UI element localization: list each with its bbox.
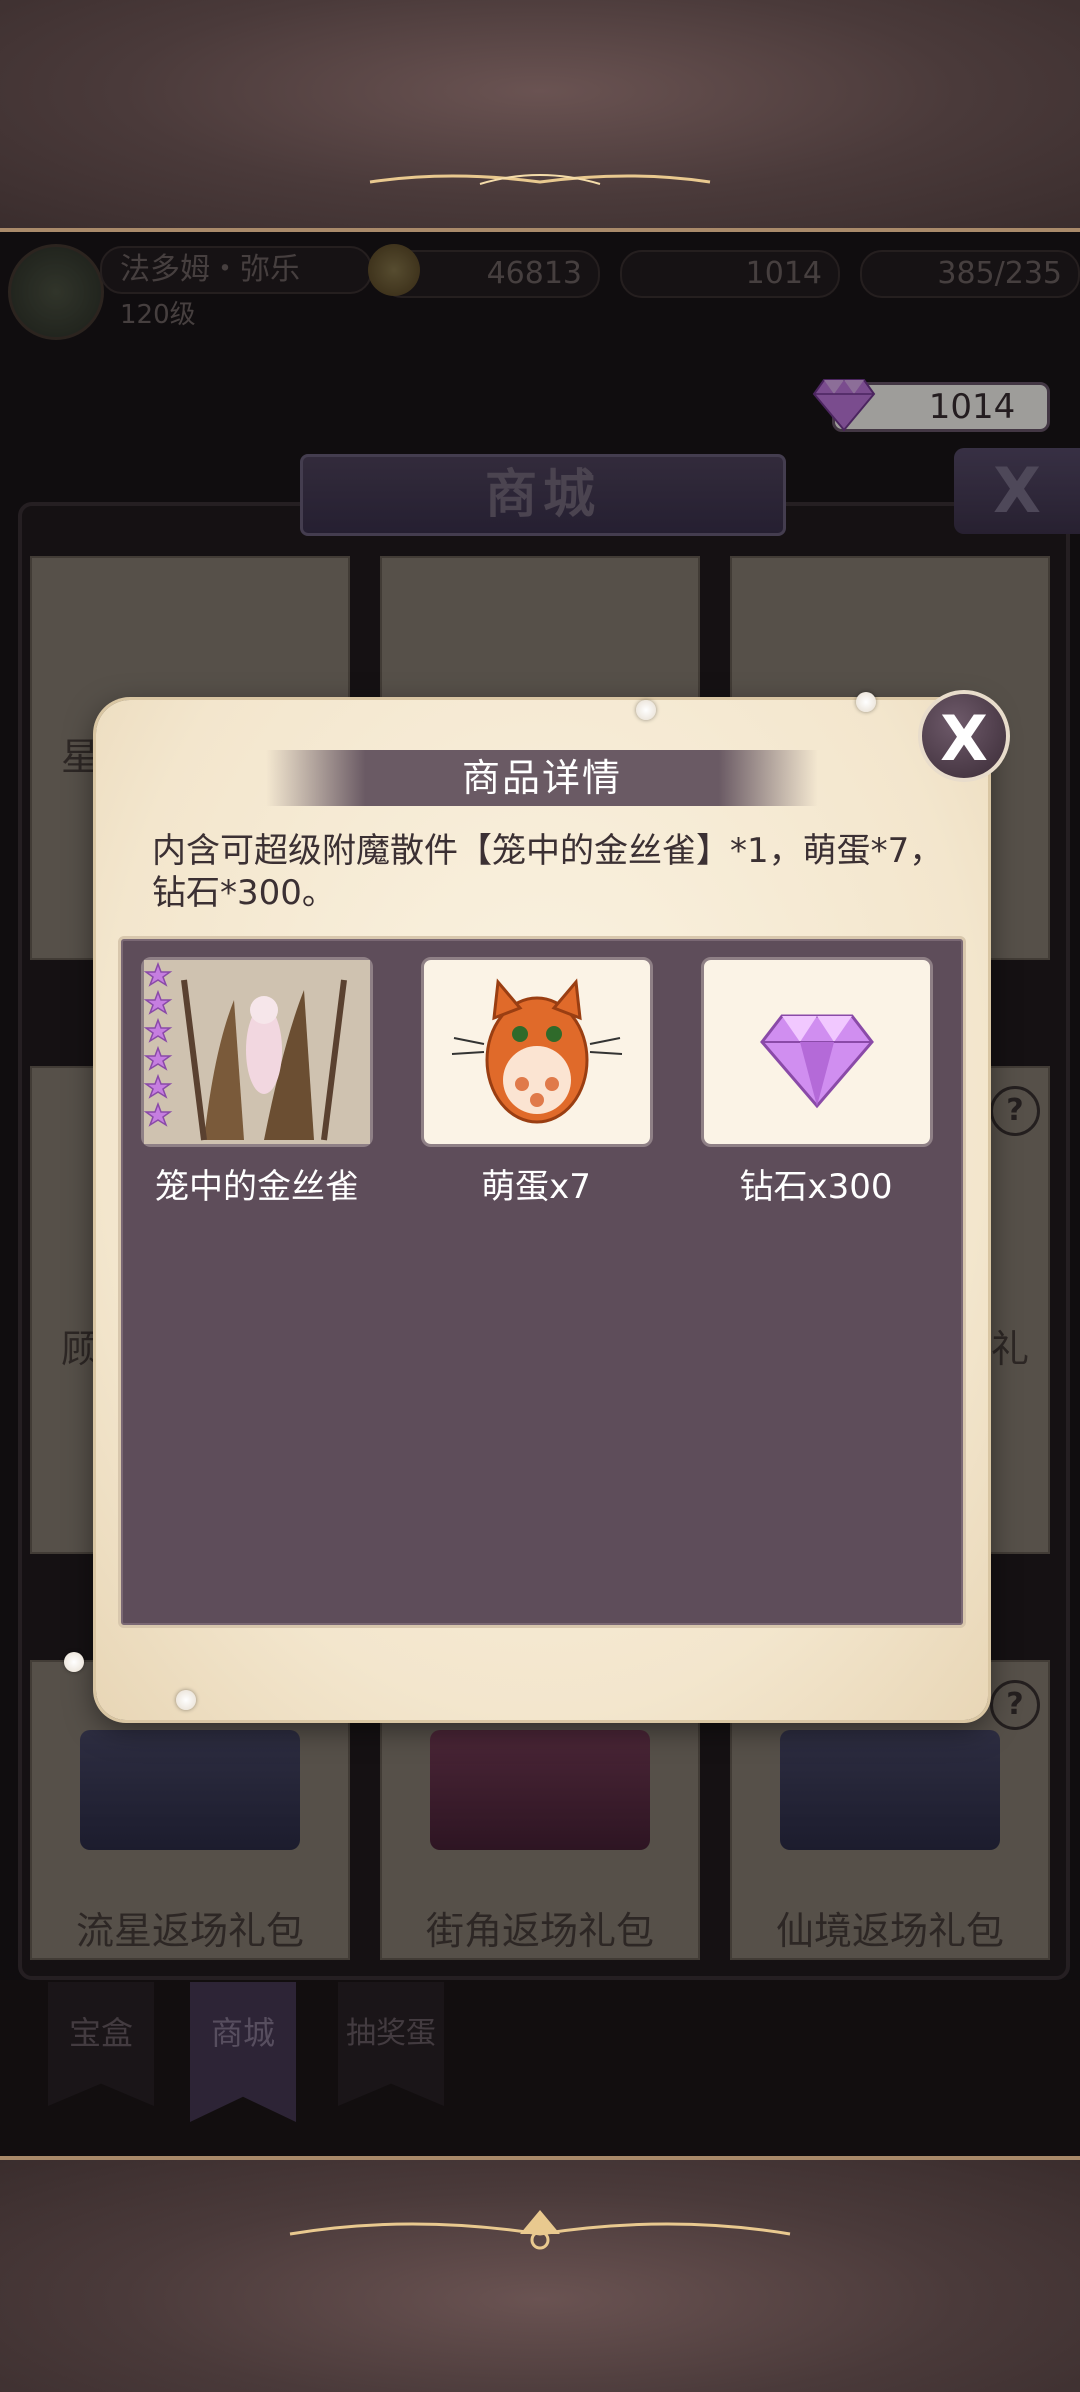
bottom-ornament-icon [289, 2210, 791, 2250]
top-banner [0, 0, 1080, 232]
cat-egg-icon [451, 978, 623, 1124]
rose-decoration-icon [176, 1690, 196, 1710]
modal-description: 内含可超级附魔散件【笼中的金丝雀】*1，萌蛋*7，钻石*300。 [152, 831, 944, 913]
rose-decoration-icon [636, 700, 656, 720]
item-label-diamond: 钻石x300 [739, 1167, 893, 1207]
item-label-cat-egg: 萌蛋x7 [481, 1167, 591, 1207]
top-ornament-icon [369, 174, 711, 185]
item-card-canary[interactable] [141, 957, 373, 1147]
diamond-icon [760, 1014, 874, 1109]
item-card-diamond[interactable] [701, 957, 933, 1147]
modal-title: 商品详情 [461, 756, 622, 800]
rose-decoration-icon [856, 692, 876, 712]
modal-title-bar: 商品详情 [266, 750, 818, 806]
modal-close-button[interactable]: X [918, 690, 1010, 782]
product-detail-modal: 商品详情 内含可超级附魔散件【笼中的金丝雀】*1，萌蛋*7，钻石*300。 笼中… [64, 692, 988, 1720]
rose-decoration-icon [64, 1652, 84, 1672]
bottom-banner [0, 2156, 1080, 2392]
canary-cage-card-icon [143, 960, 370, 1144]
item-label-canary: 笼中的金丝雀 [155, 1167, 359, 1207]
item-card-cat-egg[interactable] [421, 957, 653, 1147]
items-panel: 笼中的金丝雀 萌蛋x7 钻石x300 [118, 936, 966, 1628]
